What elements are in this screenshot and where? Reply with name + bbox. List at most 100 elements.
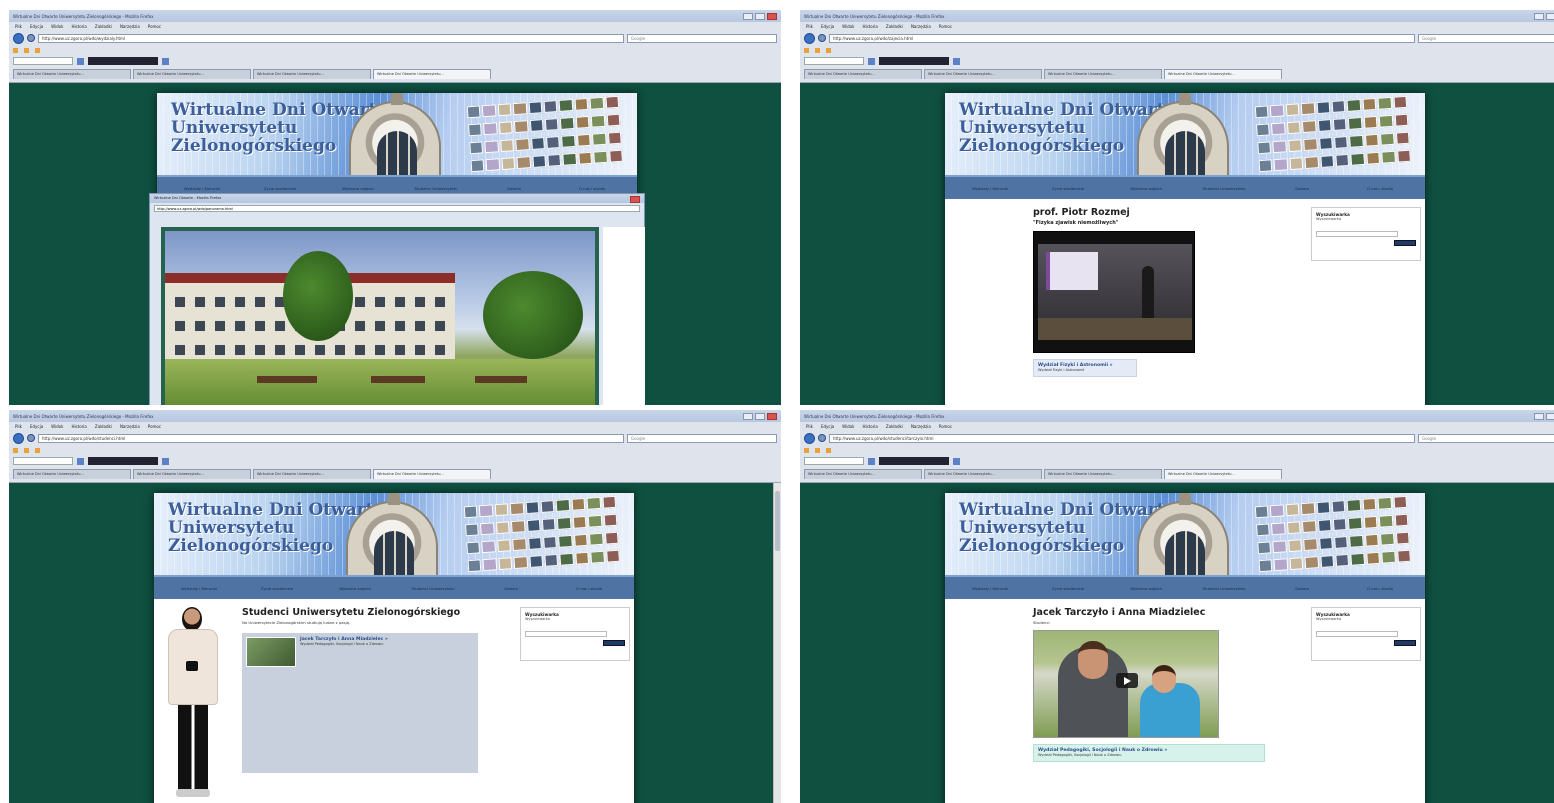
tab[interactable]: Wirtualne Dni Otwarte Uniwersytetu...: [253, 469, 371, 479]
menu-item-student-life[interactable]: Życie studenckie: [1036, 586, 1100, 591]
menu-item-student-life[interactable]: Życie studenckie: [248, 186, 312, 191]
menu-tools[interactable]: Narzędzia: [120, 424, 140, 429]
tab-active[interactable]: Wirtualne Dni Otwarte Uniwersytetu...: [373, 469, 491, 479]
menu-help[interactable]: Pomoc: [939, 24, 952, 29]
menu-help[interactable]: Pomoc: [148, 424, 161, 429]
site-search-input[interactable]: [1316, 630, 1398, 637]
menu-file[interactable]: Plik: [15, 24, 22, 29]
back-button[interactable]: [804, 432, 815, 444]
toolbar-dark-field[interactable]: [879, 457, 949, 465]
toolbar-dark-field[interactable]: [88, 57, 158, 65]
bookmark-item[interactable]: [815, 447, 820, 453]
menu-edit[interactable]: Edycja: [30, 24, 43, 29]
tab[interactable]: Wirtualne Dni Otwarte Uniwersytetu...: [13, 469, 131, 479]
panorama-viewer[interactable]: [161, 227, 599, 405]
forward-button[interactable]: [818, 434, 826, 442]
back-button[interactable]: [13, 432, 24, 444]
menu-edit[interactable]: Edycja: [821, 24, 834, 29]
site-search-button[interactable]: [1394, 640, 1416, 646]
minimize-button[interactable]: [1534, 412, 1544, 420]
menu-item-students[interactable]: Studenci Uniwersytetu: [1192, 186, 1256, 191]
menu-item-student-life[interactable]: Życie studenckie: [245, 586, 309, 591]
toolbar-icon[interactable]: [162, 57, 169, 65]
toolbar-icon[interactable]: [77, 57, 84, 65]
bookmark-item[interactable]: [13, 47, 18, 53]
toolbar-icon[interactable]: [868, 457, 875, 465]
forward-button[interactable]: [818, 34, 826, 42]
popup-close-button[interactable]: [630, 196, 640, 203]
toolbar-dark-field[interactable]: [879, 57, 949, 65]
url-bar[interactable]: http://www.uz.zgora.pl/wdo/studenci.html: [38, 433, 624, 443]
bookmark-item[interactable]: [35, 47, 40, 53]
menu-file[interactable]: Plik: [15, 424, 22, 429]
menu-tools[interactable]: Narzędzia: [911, 24, 931, 29]
faculty-box[interactable]: Wydział Fizyki i Astronomii » Wydział Fi…: [1033, 359, 1137, 377]
back-button[interactable]: [804, 32, 815, 44]
popup-url[interactable]: http://www.uz.zgora.pl/wdo/panorama.html: [154, 204, 640, 212]
tab[interactable]: Wirtualne Dni Otwarte Uniwersytetu...: [133, 469, 251, 479]
menu-bookmarks[interactable]: Zakładki: [95, 424, 112, 429]
search-box[interactable]: Google: [627, 33, 777, 43]
tab[interactable]: Wirtualne Dni Otwarte Uniwersytetu...: [924, 469, 1042, 479]
menu-item-classes[interactable]: Wybrane zajęcia: [1114, 586, 1178, 591]
tab[interactable]: Wirtualne Dni Otwarte Uniwersytetu...: [133, 69, 251, 79]
toolbar-icon[interactable]: [953, 57, 960, 65]
lecture-video-player[interactable]: [1033, 231, 1195, 353]
close-button[interactable]: [767, 12, 777, 20]
toolbar-input[interactable]: [804, 457, 864, 465]
tab-active[interactable]: Wirtualne Dni Otwarte Uniwersytetu...: [373, 69, 491, 79]
maximize-button[interactable]: [755, 12, 765, 20]
menu-item-classes[interactable]: Wybrane zajęcia: [323, 586, 387, 591]
back-button[interactable]: [13, 32, 24, 44]
bookmark-item[interactable]: [24, 447, 29, 453]
menu-item-student-life[interactable]: Życie studenckie: [1036, 186, 1100, 191]
toolbar-icon[interactable]: [953, 457, 960, 465]
menu-item-gallery[interactable]: Galeria: [1270, 186, 1334, 191]
student-card[interactable]: Jacek Tarczyło i Anna Miadzielec » Wydzi…: [246, 637, 474, 667]
bookmark-item[interactable]: [24, 47, 29, 53]
site-search-input[interactable]: [1316, 230, 1398, 237]
maximize-button[interactable]: [755, 412, 765, 420]
close-button[interactable]: [767, 412, 777, 420]
url-bar[interactable]: http://www.uz.zgora.pl/wdo/zajecia.html: [829, 33, 1415, 43]
minimize-button[interactable]: [743, 12, 753, 20]
menu-edit[interactable]: Edycja: [821, 424, 834, 429]
menu-item-faculties[interactable]: Wydziały i Kierunki: [958, 186, 1022, 191]
menu-item-classes[interactable]: Wybrane zajęcia: [326, 186, 390, 191]
menu-bookmarks[interactable]: Zakładki: [886, 24, 903, 29]
menu-file[interactable]: Plik: [806, 424, 813, 429]
scrollbar-thumb[interactable]: [775, 491, 780, 551]
toolbar-input[interactable]: [13, 57, 73, 65]
scrollbar[interactable]: [773, 483, 781, 803]
maximize-button[interactable]: [1546, 412, 1554, 420]
minimize-button[interactable]: [743, 412, 753, 420]
menu-view[interactable]: Widok: [842, 424, 854, 429]
menu-item-classes[interactable]: Wybrane zajęcia: [1114, 186, 1178, 191]
bookmark-item[interactable]: [804, 47, 809, 53]
bookmark-item[interactable]: [826, 47, 831, 53]
menu-item-faculties[interactable]: Wydziały i Kierunki: [170, 186, 234, 191]
toolbar-input[interactable]: [13, 457, 73, 465]
toolbar-input[interactable]: [804, 57, 864, 65]
menu-history[interactable]: Historia: [862, 424, 877, 429]
menu-edit[interactable]: Edycja: [30, 424, 43, 429]
url-bar[interactable]: http://www.uz.zgora.pl/wdo/wydzialy.html: [38, 33, 624, 43]
toolbar-icon[interactable]: [77, 457, 84, 465]
bookmark-item[interactable]: [804, 447, 809, 453]
bookmark-item[interactable]: [826, 447, 831, 453]
tab[interactable]: Wirtualne Dni Otwarte Uniwersytetu...: [804, 469, 922, 479]
forward-button[interactable]: [27, 34, 35, 42]
menu-history[interactable]: Historia: [862, 24, 877, 29]
tab[interactable]: Wirtualne Dni Otwarte Uniwersytetu...: [804, 69, 922, 79]
minimize-button[interactable]: [1534, 12, 1544, 20]
menu-item-about[interactable]: O nas i studia: [560, 186, 624, 191]
tab[interactable]: Wirtualne Dni Otwarte Uniwersytetu...: [1044, 469, 1162, 479]
tab[interactable]: Wirtualne Dni Otwarte Uniwersytetu...: [924, 69, 1042, 79]
search-box[interactable]: Google: [627, 433, 777, 443]
search-box[interactable]: Google: [1418, 33, 1554, 43]
menu-item-faculties[interactable]: Wydziały i Kierunki: [958, 586, 1022, 591]
maximize-button[interactable]: [1546, 12, 1554, 20]
student-video-player[interactable]: [1033, 630, 1219, 738]
menu-help[interactable]: Pomoc: [939, 424, 952, 429]
toolbar-icon[interactable]: [868, 57, 875, 65]
